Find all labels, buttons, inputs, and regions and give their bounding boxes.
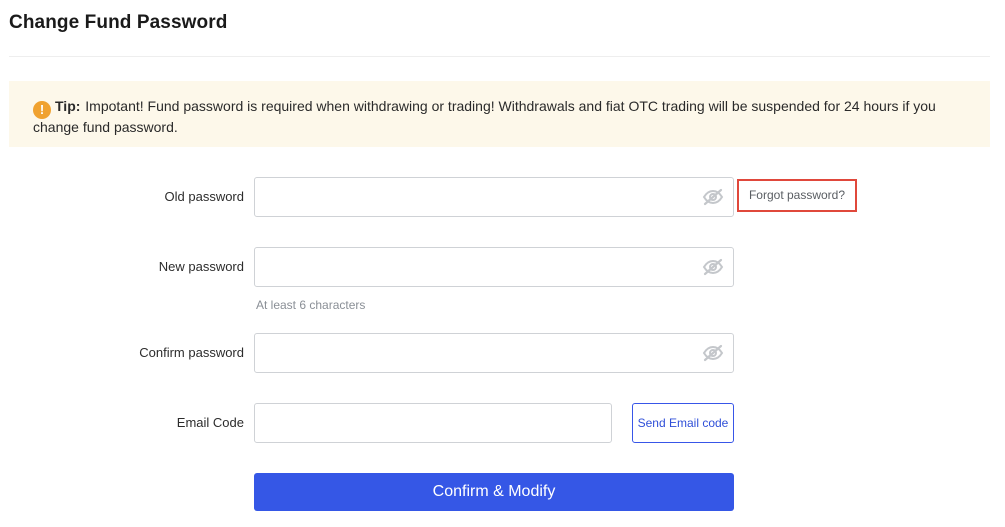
- old-password-field-wrapper: [254, 177, 734, 217]
- header-divider: [9, 56, 990, 57]
- email-code-field-wrapper: [254, 403, 612, 443]
- page-title: Change Fund Password: [9, 12, 228, 33]
- forgot-password-link[interactable]: Forgot password?: [737, 179, 857, 212]
- email-code-label: Email Code: [176, 415, 244, 430]
- confirm-modify-button[interactable]: Confirm & Modify: [254, 473, 734, 511]
- eye-hidden-icon[interactable]: [702, 188, 724, 206]
- old-password-label: Old password: [164, 189, 244, 204]
- confirm-password-label: Confirm password: [139, 345, 244, 360]
- tip-banner: ! Tip: Impotant! Fund password is require…: [9, 81, 990, 147]
- new-password-field-wrapper: [254, 247, 734, 287]
- email-code-input[interactable]: [255, 404, 611, 442]
- exclamation-icon: !: [33, 101, 51, 119]
- eye-hidden-icon[interactable]: [702, 258, 724, 276]
- eye-hidden-icon[interactable]: [702, 344, 724, 362]
- send-email-code-button[interactable]: Send Email code: [632, 403, 734, 443]
- tip-label: Tip:: [55, 98, 81, 114]
- new-password-label: New password: [158, 259, 244, 274]
- new-password-input[interactable]: [255, 248, 733, 286]
- confirm-password-input[interactable]: [255, 334, 733, 372]
- old-password-input[interactable]: [255, 178, 733, 216]
- new-password-hint: At least 6 characters: [256, 298, 366, 312]
- tip-text: Impotant! Fund password is required when…: [33, 98, 936, 135]
- confirm-password-field-wrapper: [254, 333, 734, 373]
